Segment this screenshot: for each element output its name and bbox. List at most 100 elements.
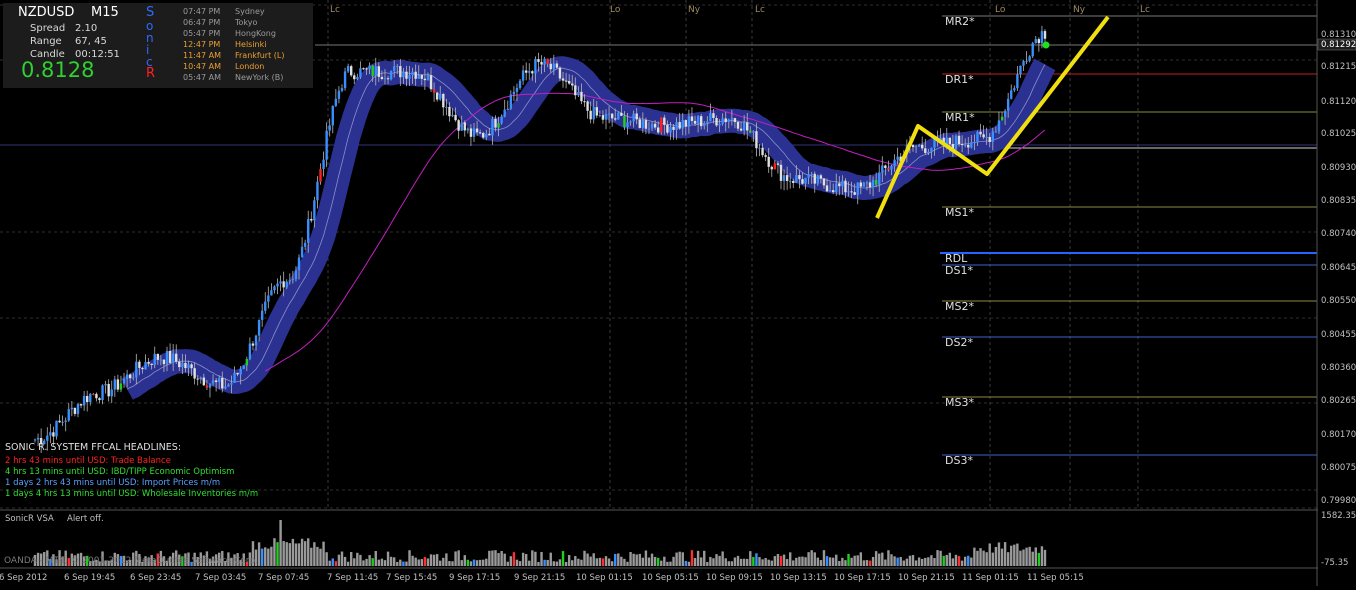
candle-body bbox=[1022, 61, 1025, 66]
volume-bar bbox=[672, 556, 675, 566]
candle-body bbox=[331, 105, 334, 126]
candle-body bbox=[835, 183, 838, 193]
candle-body bbox=[377, 66, 381, 77]
candle-body bbox=[871, 179, 875, 188]
candle-body bbox=[675, 122, 678, 130]
candle-body bbox=[580, 91, 583, 102]
volume-bar bbox=[531, 550, 534, 566]
volume-bar bbox=[994, 546, 998, 566]
candle-body bbox=[617, 112, 620, 120]
candle-body bbox=[779, 164, 783, 181]
volume-bar bbox=[632, 553, 635, 566]
time-tick-label: 11 Sep 05:15 bbox=[1027, 573, 1084, 583]
volume-bar bbox=[392, 557, 396, 566]
candle-body bbox=[383, 78, 387, 80]
session-city: Sydney bbox=[235, 7, 265, 16]
volume-bar bbox=[746, 558, 749, 566]
candle-body bbox=[819, 175, 823, 179]
candle-body bbox=[663, 117, 666, 125]
candle-body bbox=[171, 353, 175, 363]
volume-bar bbox=[721, 551, 724, 566]
volume-bar bbox=[303, 541, 307, 566]
volume-bar bbox=[300, 538, 304, 566]
candle-body bbox=[528, 71, 531, 73]
volume-bar bbox=[902, 560, 905, 566]
volume-bar bbox=[491, 550, 494, 566]
candle-body bbox=[715, 118, 718, 126]
volume-bar bbox=[524, 554, 528, 566]
volume-bar bbox=[528, 560, 531, 566]
candle-body bbox=[792, 180, 795, 183]
candle-body bbox=[141, 367, 144, 370]
candle-body bbox=[963, 144, 967, 146]
candle-body bbox=[300, 246, 304, 258]
candle-body bbox=[359, 68, 362, 78]
time-tick-label: 10 Sep 13:15 bbox=[770, 573, 827, 583]
volume-bar bbox=[798, 556, 801, 566]
volume-bar bbox=[1031, 551, 1034, 566]
volume-bar bbox=[567, 555, 571, 566]
candle-body bbox=[1040, 31, 1044, 44]
volume-bar bbox=[874, 551, 878, 566]
candle-body bbox=[844, 180, 847, 193]
volume-bar bbox=[282, 541, 285, 566]
candle-body bbox=[746, 122, 749, 131]
candle-body bbox=[706, 121, 709, 123]
candle-body bbox=[135, 361, 138, 378]
candle-body bbox=[239, 368, 242, 375]
session-marker: Lc bbox=[330, 5, 340, 15]
volume-bar bbox=[813, 552, 816, 566]
candle-body bbox=[531, 71, 534, 74]
spread-label: Spread bbox=[30, 23, 66, 34]
price-tick-label: 0.81215 bbox=[1321, 62, 1356, 72]
candle-body bbox=[1034, 39, 1037, 44]
volume-bar bbox=[270, 546, 273, 566]
chart-window[interactable]: NZDUSD M15 Spread 2.10 Range 67, 45 Cand… bbox=[0, 0, 1356, 586]
volume-bar bbox=[770, 560, 773, 566]
candle-body bbox=[417, 75, 420, 79]
time-tick-label: 7 Sep 11:45 bbox=[327, 573, 379, 583]
volume-bar bbox=[684, 560, 688, 566]
volume-bar bbox=[518, 561, 522, 566]
candle-body bbox=[979, 131, 982, 135]
volume-bar bbox=[460, 560, 463, 566]
candle-body bbox=[494, 118, 497, 128]
price-tick-label: 0.80550 bbox=[1321, 296, 1356, 306]
candle-body bbox=[346, 66, 350, 72]
volume-bar bbox=[313, 542, 316, 566]
volume-bar bbox=[257, 542, 261, 566]
candle-body bbox=[853, 192, 856, 195]
candle-body bbox=[595, 107, 598, 116]
volume-bar bbox=[945, 554, 948, 566]
volume-bar bbox=[285, 542, 288, 566]
session-time: 12:47 PM bbox=[183, 40, 221, 49]
candle-body bbox=[227, 384, 230, 387]
volume-bar bbox=[555, 561, 559, 566]
volume-bar bbox=[736, 555, 740, 566]
volume-bar bbox=[917, 557, 921, 566]
volume-bar bbox=[887, 550, 890, 566]
candle-body bbox=[205, 385, 209, 388]
volume-bar bbox=[776, 554, 780, 566]
candle-body bbox=[589, 110, 592, 120]
price-tick-label: 0.80645 bbox=[1321, 263, 1356, 273]
candle-body bbox=[420, 75, 424, 79]
candle-body bbox=[586, 101, 589, 111]
volume-bar bbox=[374, 551, 377, 566]
session-city: Frankfurt (L) bbox=[235, 51, 285, 60]
volume-bar bbox=[850, 557, 853, 566]
volume-bar bbox=[610, 561, 614, 566]
volume-bar bbox=[537, 561, 540, 566]
candle-body bbox=[515, 87, 519, 92]
volume-bar bbox=[767, 559, 770, 566]
volume-bar bbox=[911, 555, 915, 566]
session-time: 11:47 AM bbox=[183, 51, 221, 60]
candle-body bbox=[307, 219, 310, 243]
volume-bar bbox=[512, 552, 516, 566]
vsa-min-label: -75.35 bbox=[1321, 558, 1349, 568]
candle-body bbox=[838, 183, 841, 187]
candle-body bbox=[930, 147, 933, 152]
candle-body bbox=[463, 122, 466, 131]
candle-body bbox=[604, 113, 608, 120]
candle-body bbox=[518, 80, 522, 88]
